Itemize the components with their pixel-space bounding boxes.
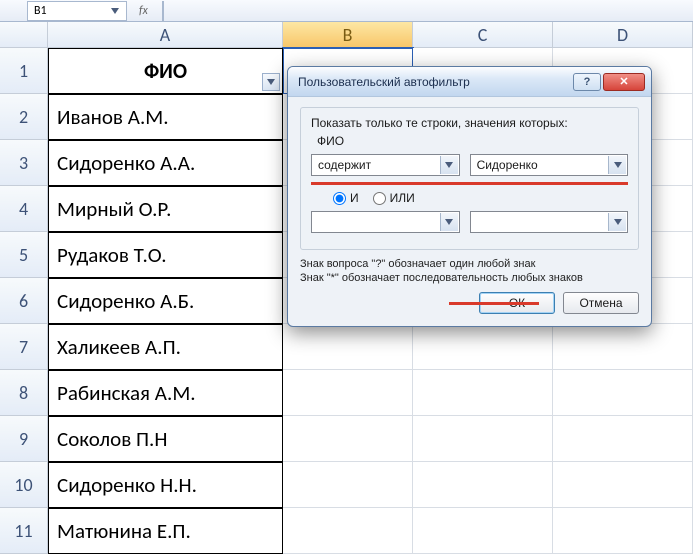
annotation-redline-1 bbox=[311, 182, 628, 185]
cell-A8[interactable]: Рабинская А.М. bbox=[48, 370, 283, 416]
row-head-5[interactable]: 5 bbox=[0, 232, 48, 278]
cell-C7[interactable] bbox=[413, 324, 553, 370]
col-head-B[interactable]: B bbox=[283, 22, 413, 48]
condition2-operator[interactable] bbox=[311, 211, 460, 233]
col-head-D[interactable]: D bbox=[553, 22, 693, 48]
name-box-dropdown-icon[interactable] bbox=[110, 6, 120, 16]
cell-A2[interactable]: Иванов А.М. bbox=[48, 94, 283, 140]
cell-A1-header[interactable]: ФИО bbox=[48, 48, 283, 94]
annotation-redline-2 bbox=[449, 302, 539, 305]
hint-asterisk: Знак "*" обозначает последовательность л… bbox=[300, 272, 639, 284]
radio-or-input[interactable] bbox=[373, 192, 386, 205]
cell-A9[interactable]: Соколов П.Н bbox=[48, 416, 283, 462]
cell-A3[interactable]: Сидоренко А.А. bbox=[48, 140, 283, 186]
cell-A4[interactable]: Мирный О.Р. bbox=[48, 186, 283, 232]
select-all-corner[interactable] bbox=[0, 22, 48, 48]
cell-B7[interactable] bbox=[283, 324, 413, 370]
hint-question-mark: Знак вопроса "?" обозначает один любой з… bbox=[300, 258, 639, 270]
dialog-title: Пользовательский автофильтр bbox=[298, 75, 573, 89]
radio-and-input[interactable] bbox=[333, 192, 346, 205]
col-head-C[interactable]: C bbox=[413, 22, 553, 48]
cell-C8[interactable] bbox=[413, 370, 553, 416]
condition2-value[interactable] bbox=[470, 211, 628, 233]
row-head-8[interactable]: 8 bbox=[0, 370, 48, 416]
cell-A7[interactable]: Халикеев А.П. bbox=[48, 324, 283, 370]
radio-and-label: И bbox=[350, 191, 359, 205]
fieldset-legend: Показать только те строки, значения кото… bbox=[311, 116, 628, 130]
cell-B11[interactable] bbox=[283, 508, 413, 554]
filter-fieldset: Показать только те строки, значения кото… bbox=[300, 107, 639, 250]
cell-B8[interactable] bbox=[283, 370, 413, 416]
cell-B9[interactable] bbox=[283, 416, 413, 462]
condition1-value-text: Сидоренко bbox=[477, 158, 538, 172]
condition1-value[interactable]: Сидоренко bbox=[470, 154, 628, 176]
name-box[interactable]: B1 bbox=[27, 1, 127, 21]
autofilter-button[interactable] bbox=[262, 73, 280, 91]
cell-A6[interactable]: Сидоренко А.Б. bbox=[48, 278, 283, 324]
cell-C11[interactable] bbox=[413, 508, 553, 554]
cell-A10[interactable]: Сидоренко Н.Н. bbox=[48, 462, 283, 508]
formula-bar: B1 fx bbox=[0, 0, 693, 22]
cell-D8[interactable] bbox=[553, 370, 693, 416]
row-head-10[interactable]: 10 bbox=[0, 462, 48, 508]
cell-A5[interactable]: Рудаков Т.О. bbox=[48, 232, 283, 278]
close-button[interactable]: ✕ bbox=[603, 73, 645, 91]
cell-D7[interactable] bbox=[553, 324, 693, 370]
cell-D9[interactable] bbox=[553, 416, 693, 462]
filter-field-name: ФИО bbox=[317, 134, 628, 148]
cell-A11[interactable]: Матюнина Е.П. bbox=[48, 508, 283, 554]
condition1-operator-value: содержит bbox=[318, 158, 371, 172]
cell-D11[interactable] bbox=[553, 508, 693, 554]
condition1-operator[interactable]: содержит bbox=[311, 154, 460, 176]
dialog-titlebar[interactable]: Пользовательский автофильтр ? ✕ bbox=[288, 67, 651, 97]
help-button[interactable]: ? bbox=[573, 73, 601, 91]
chevron-down-icon bbox=[440, 156, 458, 174]
row-head-7[interactable]: 7 bbox=[0, 324, 48, 370]
chevron-down-icon bbox=[440, 213, 458, 231]
radio-and[interactable]: И bbox=[333, 191, 359, 205]
radio-or[interactable]: ИЛИ bbox=[373, 191, 415, 205]
row-head-2[interactable]: 2 bbox=[0, 94, 48, 140]
formula-input[interactable] bbox=[162, 1, 164, 21]
row-head-1[interactable]: 1 bbox=[0, 48, 48, 94]
chevron-down-icon bbox=[608, 213, 626, 231]
header-label: ФИО bbox=[144, 58, 187, 84]
custom-autofilter-dialog: Пользовательский автофильтр ? ✕ Показать… bbox=[287, 66, 652, 327]
radio-or-label: ИЛИ bbox=[390, 191, 415, 205]
col-head-A[interactable]: A bbox=[48, 22, 283, 48]
cell-C10[interactable] bbox=[413, 462, 553, 508]
chevron-down-icon bbox=[608, 156, 626, 174]
cell-B10[interactable] bbox=[283, 462, 413, 508]
row-head-6[interactable]: 6 bbox=[0, 278, 48, 324]
row-head-11[interactable]: 11 bbox=[0, 508, 48, 554]
row-head-3[interactable]: 3 bbox=[0, 140, 48, 186]
fx-icon[interactable]: fx bbox=[139, 4, 148, 18]
cell-D10[interactable] bbox=[553, 462, 693, 508]
fx-group: fx bbox=[139, 1, 164, 21]
cell-C9[interactable] bbox=[413, 416, 553, 462]
name-box-value: B1 bbox=[34, 4, 47, 18]
row-head-9[interactable]: 9 bbox=[0, 416, 48, 462]
row-head-4[interactable]: 4 bbox=[0, 186, 48, 232]
cancel-button[interactable]: Отмена bbox=[563, 292, 639, 314]
